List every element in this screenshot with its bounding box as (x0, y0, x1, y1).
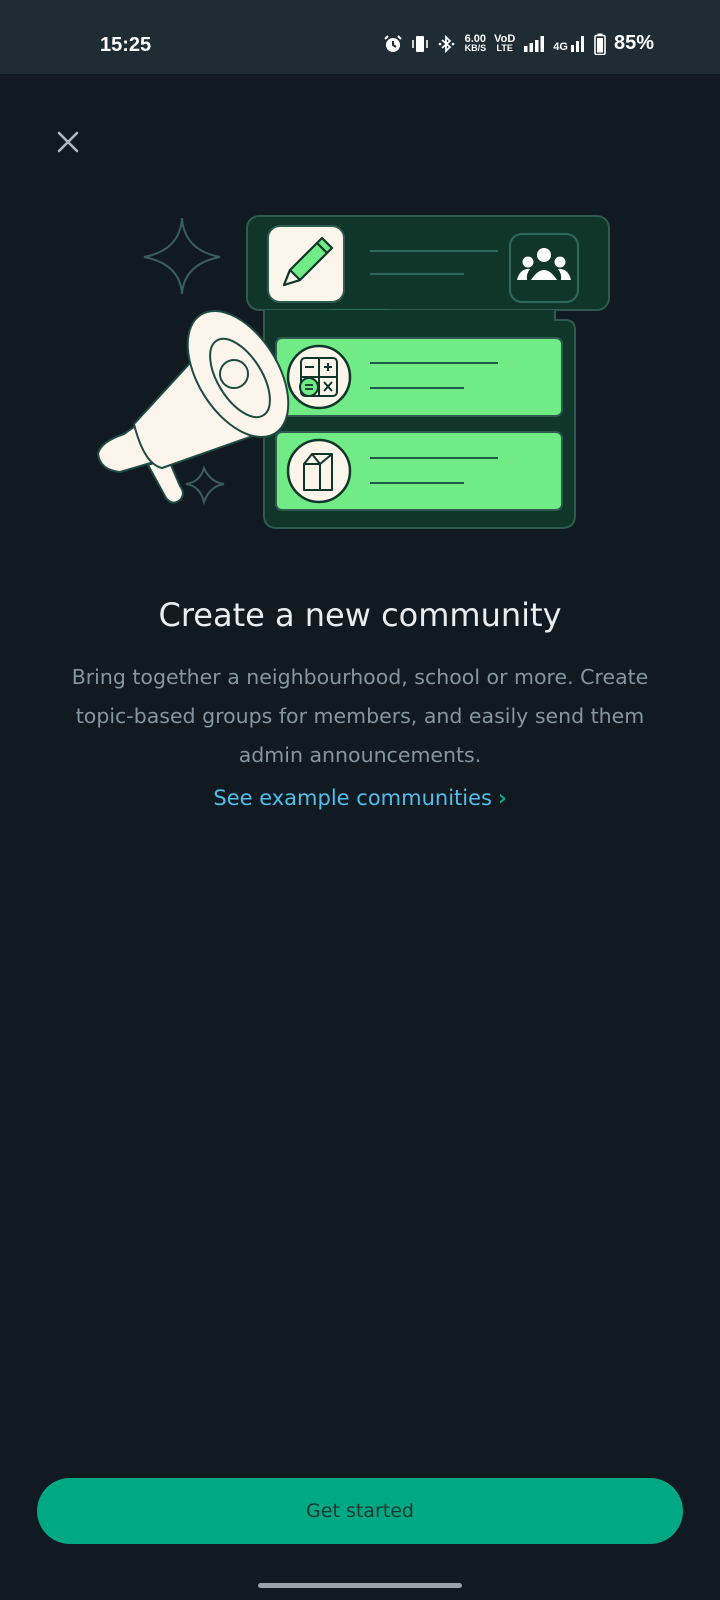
page-description: Bring together a neighbourhood, school o… (71, 665, 649, 767)
milk-carton-icon (303, 453, 333, 491)
status-bar: 15:25 6.00 KB/S VoD LTE 4G 85% (0, 0, 720, 74)
see-example-communities-link[interactable]: See example communities › (0, 786, 720, 810)
close-icon (57, 131, 79, 153)
chevron-right-icon: › (497, 786, 507, 810)
sparkle-icon (143, 217, 221, 295)
sparkle-icon (185, 465, 225, 506)
home-indicator[interactable] (258, 1583, 462, 1588)
net-speed: 6.00 KB/S (464, 32, 487, 53)
get-started-button[interactable]: Get started (37, 1478, 683, 1544)
battery-icon (594, 33, 606, 55)
community-illustration (97, 215, 610, 529)
bluetooth-icon (438, 34, 454, 53)
alarm-icon (383, 34, 402, 52)
volte-label: VoD LTE (494, 32, 516, 53)
status-icons: 6.00 KB/S VoD LTE 4G 85% (383, 32, 654, 55)
signal-icon (570, 35, 584, 52)
vibrate-icon (411, 35, 428, 52)
page-title: Create a new community (158, 596, 562, 634)
status-time: 15:25 (100, 34, 152, 56)
signal-icon (524, 35, 545, 52)
close-button[interactable] (50, 124, 86, 160)
example-link-label: See example communities (213, 786, 492, 810)
network-type: 4G (553, 35, 586, 53)
battery-percent: 85% (613, 32, 654, 54)
